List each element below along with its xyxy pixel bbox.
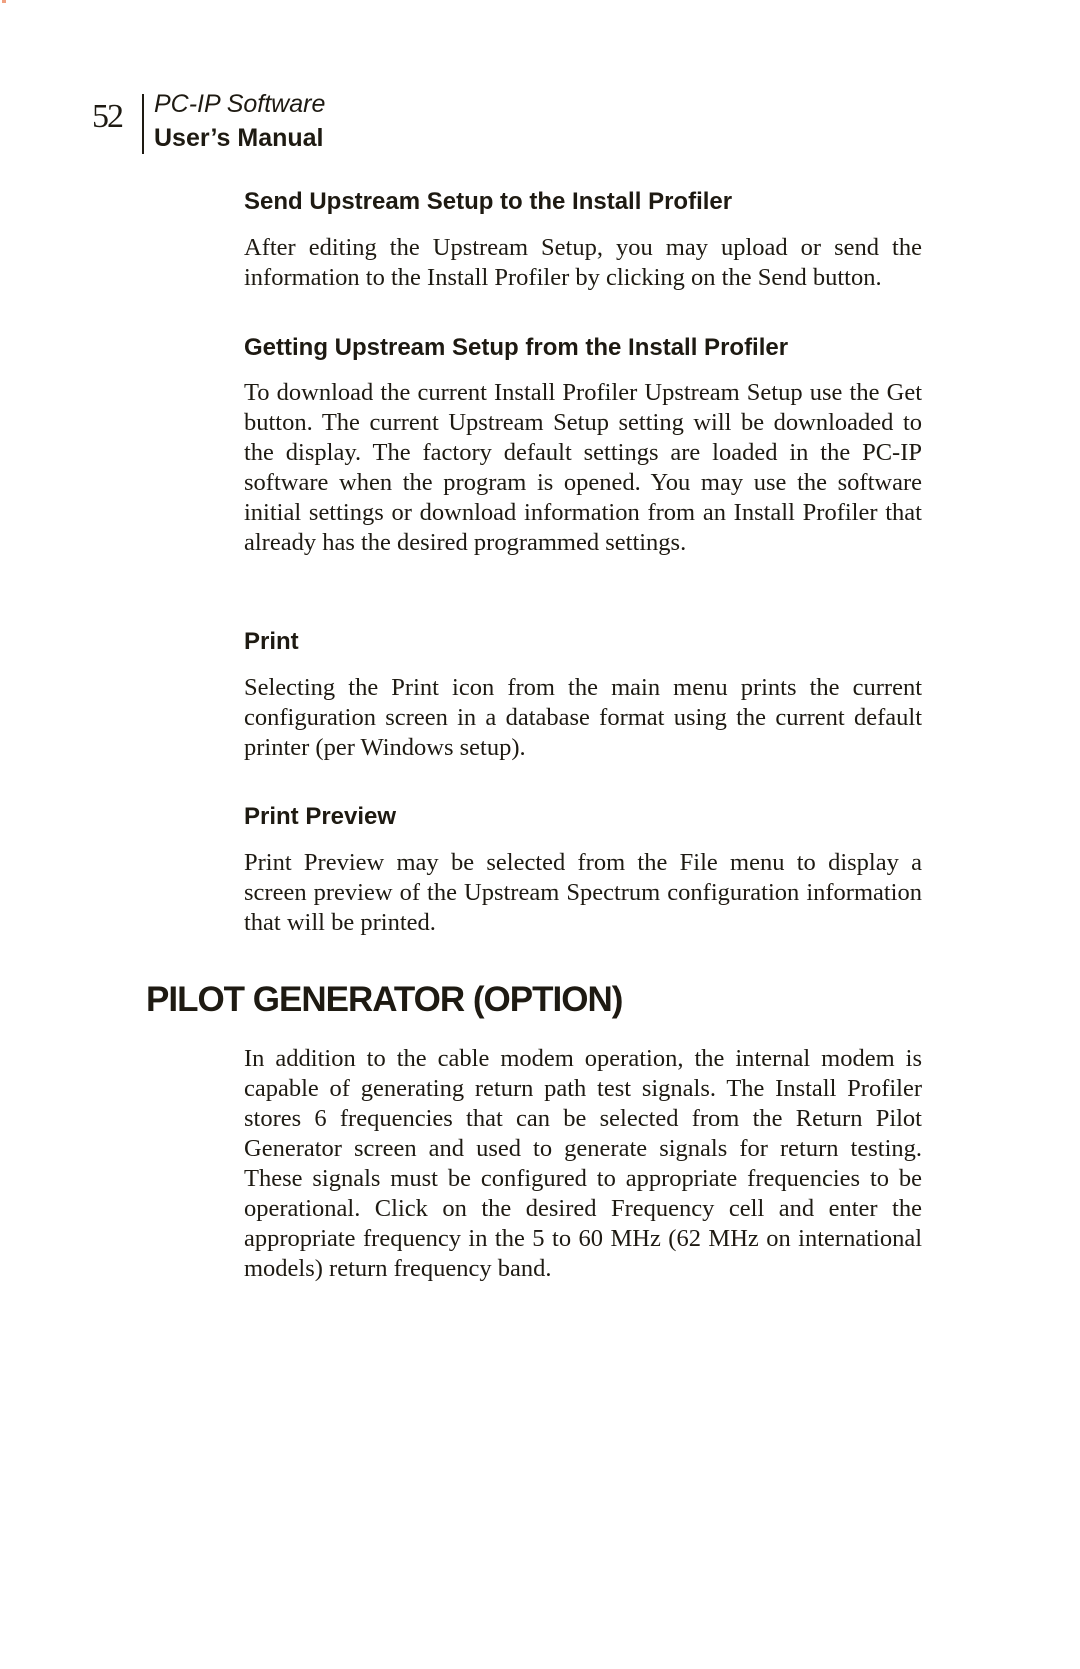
section-heading: Print Preview xyxy=(244,803,397,830)
section-heading: Print xyxy=(244,628,299,655)
header-divider xyxy=(142,94,144,154)
section-body: To download the current Install Profiler… xyxy=(244,379,922,556)
chapter-heading: PILOT GENERATOR (OPTION) xyxy=(146,980,623,1019)
running-title: PC-IP Software xyxy=(154,90,326,118)
chapter-body: In addition to the cable modem operation… xyxy=(244,1045,922,1282)
scan-artifact-mark xyxy=(2,0,6,3)
page-number: 52 xyxy=(92,98,124,135)
section-body: After editing the Upstream Setup, you ma… xyxy=(244,234,922,291)
section-body: Selecting the Print icon from the main m… xyxy=(244,674,922,761)
section-heading: Send Upstream Setup to the Install Profi… xyxy=(244,188,733,215)
section-body: Print Preview may be selected from the F… xyxy=(244,849,922,936)
running-subtitle: User’s Manual xyxy=(154,124,324,152)
section-heading: Getting Upstream Setup from the Install … xyxy=(244,334,789,361)
